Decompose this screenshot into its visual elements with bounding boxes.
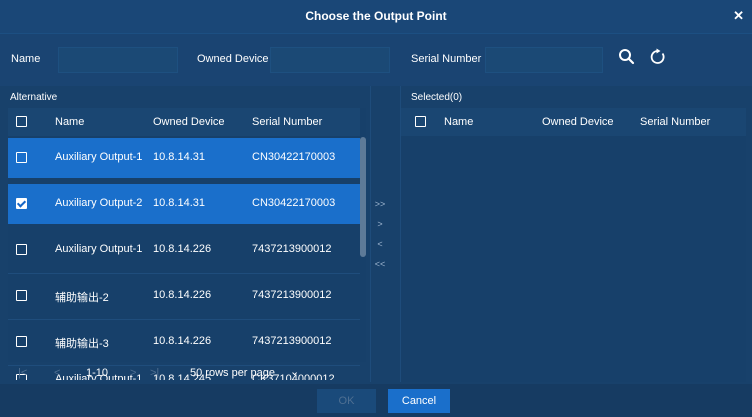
column-header-serial-number: Serial Number xyxy=(252,116,323,128)
close-icon[interactable]: ✕ xyxy=(733,8,744,24)
row-checkbox[interactable] xyxy=(16,336,27,347)
row-device: 10.8.14.226 xyxy=(153,243,212,255)
row-serial: 7437213900012 xyxy=(252,289,332,301)
row-name: Auxiliary Output-1 xyxy=(55,243,143,255)
row-name: Auxiliary Output-2 xyxy=(55,197,143,209)
rows-per-page-select[interactable]: 50 rows per page xyxy=(190,367,275,379)
row-divider xyxy=(8,319,360,320)
select-all-checkbox[interactable] xyxy=(16,116,27,127)
name-filter-input[interactable] xyxy=(58,47,178,73)
remove-all-button[interactable]: << xyxy=(374,257,386,271)
scrollbar-thumb[interactable] xyxy=(360,137,366,257)
row-name: 辅助输出-2 xyxy=(55,292,109,304)
add-all-button[interactable]: >> xyxy=(374,197,386,211)
refresh-icon[interactable] xyxy=(647,46,669,68)
page-range: 1-10 xyxy=(86,367,109,379)
pagination: |< < 1-10 > >| 50 rows per page ⌄ xyxy=(8,363,348,383)
table-row[interactable]: Auxiliary Output-1 10.8.14.226 74372139000… xyxy=(8,230,360,270)
selected-table-header: Name Owned Device Serial Number xyxy=(401,108,746,136)
name-filter-label: Name xyxy=(11,53,41,65)
row-divider xyxy=(8,273,360,274)
selected-table: Name Owned Device Serial Number xyxy=(401,108,746,382)
table-row[interactable]: 辅助输出-2 10.8.14.226 7437213900012 xyxy=(8,276,360,316)
filter-bar: Name Owned Device Serial Number xyxy=(0,34,752,86)
selected-column-header-owned-device: Owned Device xyxy=(542,116,614,128)
column-header-owned-device: Owned Device xyxy=(153,116,225,128)
row-serial: CN30422170003 xyxy=(252,197,336,209)
row-checkbox[interactable] xyxy=(16,198,27,209)
next-page-button[interactable]: > xyxy=(130,367,136,379)
first-page-button[interactable]: |< xyxy=(18,367,27,379)
choose-output-point-dialog: Choose the Output Point ✕ Name Owned Dev… xyxy=(0,0,752,417)
row-name: Auxiliary Output-1 xyxy=(55,151,143,163)
serial-filter-input[interactable] xyxy=(485,47,603,73)
ok-button[interactable]: OK xyxy=(317,389,376,413)
selected-column-header-serial-number: Serial Number xyxy=(640,116,711,128)
row-device: 10.8.14.31 xyxy=(153,197,205,209)
row-serial: 7437213900012 xyxy=(252,335,332,347)
row-device: 10.8.14.31 xyxy=(153,151,205,163)
dialog-title: Choose the Output Point xyxy=(305,9,447,23)
owned-device-filter-label: Owned Device xyxy=(197,53,269,65)
cancel-button[interactable]: Cancel xyxy=(388,389,450,413)
row-checkbox[interactable] xyxy=(16,290,27,301)
chevron-down-icon[interactable]: ⌄ xyxy=(290,365,299,378)
table-row[interactable]: Auxiliary Output-1 10.8.14.31 CN3042217000… xyxy=(8,138,360,178)
alternative-table: Name Owned Device Serial Number Auxiliar… xyxy=(8,108,366,380)
remove-selected-button[interactable]: < xyxy=(374,237,386,251)
alternative-label: Alternative xyxy=(10,92,58,103)
row-name: 辅助输出-3 xyxy=(55,338,109,350)
row-checkbox[interactable] xyxy=(16,244,27,255)
row-serial: 7437213900012 xyxy=(252,243,332,255)
alternative-table-header: Name Owned Device Serial Number xyxy=(8,108,360,136)
row-device: 10.8.14.226 xyxy=(153,335,212,347)
selected-select-all-checkbox[interactable] xyxy=(415,116,426,127)
add-selected-button[interactable]: > xyxy=(374,217,386,231)
table-row[interactable]: 辅助输出-3 10.8.14.226 7437213900012 xyxy=(8,322,360,362)
serial-filter-label: Serial Number xyxy=(411,53,482,65)
row-device: 10.8.14.226 xyxy=(153,289,212,301)
selected-label: Selected(0) xyxy=(411,92,463,103)
search-icon[interactable] xyxy=(616,46,638,68)
dialog-footer: OK Cancel xyxy=(0,384,752,417)
selected-column-header-name: Name xyxy=(444,116,474,128)
last-page-button[interactable]: >| xyxy=(150,367,159,379)
row-checkbox[interactable] xyxy=(16,152,27,163)
left-divider xyxy=(370,86,371,382)
row-serial: CN30422170003 xyxy=(252,151,336,163)
previous-page-button[interactable]: < xyxy=(54,367,60,379)
owned-device-filter-input[interactable] xyxy=(270,47,390,73)
table-row[interactable]: Auxiliary Output-2 10.8.14.31 CN3042217000… xyxy=(8,184,360,224)
dialog-titlebar: Choose the Output Point ✕ xyxy=(0,0,752,34)
column-header-name: Name xyxy=(55,116,85,128)
